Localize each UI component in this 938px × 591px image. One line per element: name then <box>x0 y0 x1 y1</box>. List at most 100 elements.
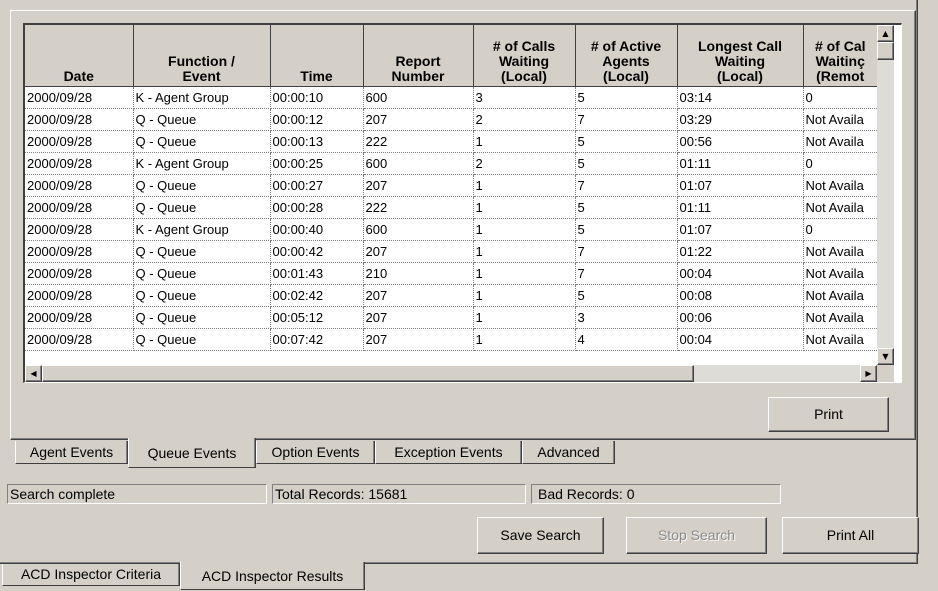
cell-report-number[interactable]: 600 <box>363 152 474 175</box>
table-row[interactable]: 2000/09/28 Q - Queue 00:02:42 207 1 5 00:08 Not… <box>25 284 877 307</box>
cell-longest-call-waiting-local[interactable]: 00:06 <box>677 306 804 329</box>
table-row[interactable]: 2000/09/28 Q - Queue 00:00:13 222 1 5 00:56 Not… <box>25 130 877 153</box>
cell-active-agents-local[interactable]: 5 <box>575 218 678 241</box>
cell-report-number[interactable]: 210 <box>363 262 474 285</box>
cell-function-event[interactable]: K - Agent Group <box>133 218 271 241</box>
table-row[interactable]: 2000/09/28 Q - Queue 00:00:42 207 1 7 01:22 Not… <box>25 240 877 263</box>
cell-calls-waiting-remote[interactable]: Not Availa <box>803 284 877 307</box>
cell-function-event[interactable]: Q - Queue <box>133 240 271 263</box>
scroll-left-arrow-icon[interactable]: ◀ <box>25 365 42 382</box>
cell-time[interactable]: 00:00:28 <box>270 196 364 219</box>
cell-longest-call-waiting-local[interactable]: 03:14 <box>677 86 804 109</box>
cell-active-agents-local[interactable]: 7 <box>575 108 678 131</box>
cell-longest-call-waiting-local[interactable]: 01:07 <box>677 218 804 241</box>
cell-longest-call-waiting-local[interactable]: 00:56 <box>677 130 804 153</box>
cell-date[interactable]: 2000/09/28 <box>25 240 134 263</box>
cell-function-event[interactable]: K - Agent Group <box>133 86 271 109</box>
cell-report-number[interactable]: 207 <box>363 284 474 307</box>
cell-calls-waiting-remote[interactable]: Not Availa <box>803 262 877 285</box>
cell-report-number[interactable]: 222 <box>363 130 474 153</box>
cell-time[interactable]: 00:00:25 <box>270 152 364 175</box>
cell-longest-call-waiting-local[interactable]: 01:11 <box>677 152 804 175</box>
cell-active-agents-local[interactable]: 7 <box>575 262 678 285</box>
cell-time[interactable]: 00:05:12 <box>270 306 364 329</box>
cell-active-agents-local[interactable]: 7 <box>575 240 678 263</box>
cell-report-number[interactable]: 207 <box>363 108 474 131</box>
table-row[interactable]: 2000/09/28 K - Agent Group 00:00:10 600 3 5 03… <box>25 86 877 109</box>
scroll-down-arrow-icon[interactable]: ▼ <box>877 348 894 365</box>
cell-calls-waiting-remote[interactable]: Not Availa <box>803 174 877 197</box>
cell-function-event[interactable]: Q - Queue <box>133 108 271 131</box>
cell-function-event[interactable]: Q - Queue <box>133 196 271 219</box>
cell-calls-waiting-remote[interactable]: Not Availa <box>803 306 877 329</box>
cell-date[interactable]: 2000/09/28 <box>25 174 134 197</box>
cell-date[interactable]: 2000/09/28 <box>25 328 134 351</box>
cell-calls-waiting-local[interactable]: 1 <box>473 328 576 351</box>
cell-date[interactable]: 2000/09/28 <box>25 130 134 153</box>
cell-date[interactable]: 2000/09/28 <box>25 284 134 307</box>
cell-report-number[interactable]: 600 <box>363 218 474 241</box>
cell-calls-waiting-local[interactable]: 3 <box>473 86 576 109</box>
print-button[interactable]: Print <box>768 397 889 432</box>
cell-report-number[interactable]: 222 <box>363 196 474 219</box>
horizontal-scroll-thumb[interactable] <box>42 365 694 382</box>
cell-longest-call-waiting-local[interactable]: 01:22 <box>677 240 804 263</box>
scroll-right-arrow-icon[interactable]: ▶ <box>860 365 877 382</box>
cell-active-agents-local[interactable]: 5 <box>575 86 678 109</box>
print-all-button[interactable]: Print All <box>782 517 919 554</box>
vertical-scroll-thumb[interactable] <box>877 42 894 60</box>
table-row[interactable]: 2000/09/28 Q - Queue 00:00:12 207 2 7 03:29 Not… <box>25 108 877 131</box>
cell-time[interactable]: 00:07:42 <box>270 328 364 351</box>
cell-calls-waiting-remote[interactable]: Not Availa <box>803 196 877 219</box>
tab-acd-inspector-results[interactable]: ACD Inspector Results <box>180 562 365 590</box>
cell-function-event[interactable]: K - Agent Group <box>133 152 271 175</box>
column-header-report-number[interactable]: Report Number <box>363 25 474 87</box>
cell-longest-call-waiting-local[interactable]: 00:08 <box>677 284 804 307</box>
cell-calls-waiting-local[interactable]: 1 <box>473 262 576 285</box>
column-header-time[interactable]: Time <box>270 25 364 87</box>
table-row[interactable]: 2000/09/28 Q - Queue 00:07:42 207 1 4 00:04 Not… <box>25 328 877 351</box>
cell-time[interactable]: 00:01:43 <box>270 262 364 285</box>
cell-date[interactable]: 2000/09/28 <box>25 262 134 285</box>
cell-active-agents-local[interactable]: 3 <box>575 306 678 329</box>
table-row[interactable]: 2000/09/28 Q - Queue 00:00:28 222 1 5 01:11 Not… <box>25 196 877 219</box>
cell-date[interactable]: 2000/09/28 <box>25 108 134 131</box>
cell-report-number[interactable]: 207 <box>363 306 474 329</box>
tab-acd-inspector-criteria[interactable]: ACD Inspector Criteria <box>2 564 180 586</box>
cell-active-agents-local[interactable]: 4 <box>575 328 678 351</box>
cell-function-event[interactable]: Q - Queue <box>133 130 271 153</box>
cell-longest-call-waiting-local[interactable]: 00:04 <box>677 328 804 351</box>
table-row[interactable]: 2000/09/28 K - Agent Group 00:00:40 600 1 5 01… <box>25 218 877 241</box>
cell-function-event[interactable]: Q - Queue <box>133 306 271 329</box>
tab-option-events[interactable]: Option Events <box>256 441 375 464</box>
cell-report-number[interactable]: 207 <box>363 174 474 197</box>
cell-time[interactable]: 00:00:10 <box>270 86 364 109</box>
cell-calls-waiting-local[interactable]: 1 <box>473 284 576 307</box>
cell-calls-waiting-remote[interactable]: 0 <box>803 86 877 109</box>
cell-active-agents-local[interactable]: 7 <box>575 174 678 197</box>
column-header-calls-waiting-local[interactable]: # of Calls Waiting (Local) <box>473 25 576 87</box>
column-header-active-agents-local[interactable]: # of Active Agents (Local) <box>575 25 678 87</box>
cell-time[interactable]: 00:00:12 <box>270 108 364 131</box>
tab-agent-events[interactable]: Agent Events <box>15 441 128 464</box>
cell-function-event[interactable]: Q - Queue <box>133 174 271 197</box>
cell-calls-waiting-remote[interactable]: Not Availa <box>803 240 877 263</box>
cell-calls-waiting-remote[interactable]: Not Availa <box>803 328 877 351</box>
cell-active-agents-local[interactable]: 5 <box>575 152 678 175</box>
cell-longest-call-waiting-local[interactable]: 01:07 <box>677 174 804 197</box>
cell-report-number[interactable]: 600 <box>363 86 474 109</box>
cell-time[interactable]: 00:00:42 <box>270 240 364 263</box>
cell-calls-waiting-remote[interactable]: Not Availa <box>803 130 877 153</box>
cell-active-agents-local[interactable]: 5 <box>575 284 678 307</box>
results-grid[interactable]: Date Function / Event Time Report Number… <box>23 23 902 383</box>
scroll-up-arrow-icon[interactable]: ▲ <box>877 25 894 42</box>
cell-calls-waiting-local[interactable]: 2 <box>473 108 576 131</box>
table-row[interactable]: 2000/09/28 Q - Queue 00:05:12 207 1 3 00:06 Not… <box>25 306 877 329</box>
cell-calls-waiting-remote[interactable]: Not Availa <box>803 108 877 131</box>
cell-function-event[interactable]: Q - Queue <box>133 328 271 351</box>
cell-date[interactable]: 2000/09/28 <box>25 86 134 109</box>
cell-time[interactable]: 00:00:40 <box>270 218 364 241</box>
cell-date[interactable]: 2000/09/28 <box>25 306 134 329</box>
cell-calls-waiting-remote[interactable]: 0 <box>803 218 877 241</box>
column-header-longest-call-waiting-local[interactable]: Longest Call Waiting (Local) <box>677 25 804 87</box>
